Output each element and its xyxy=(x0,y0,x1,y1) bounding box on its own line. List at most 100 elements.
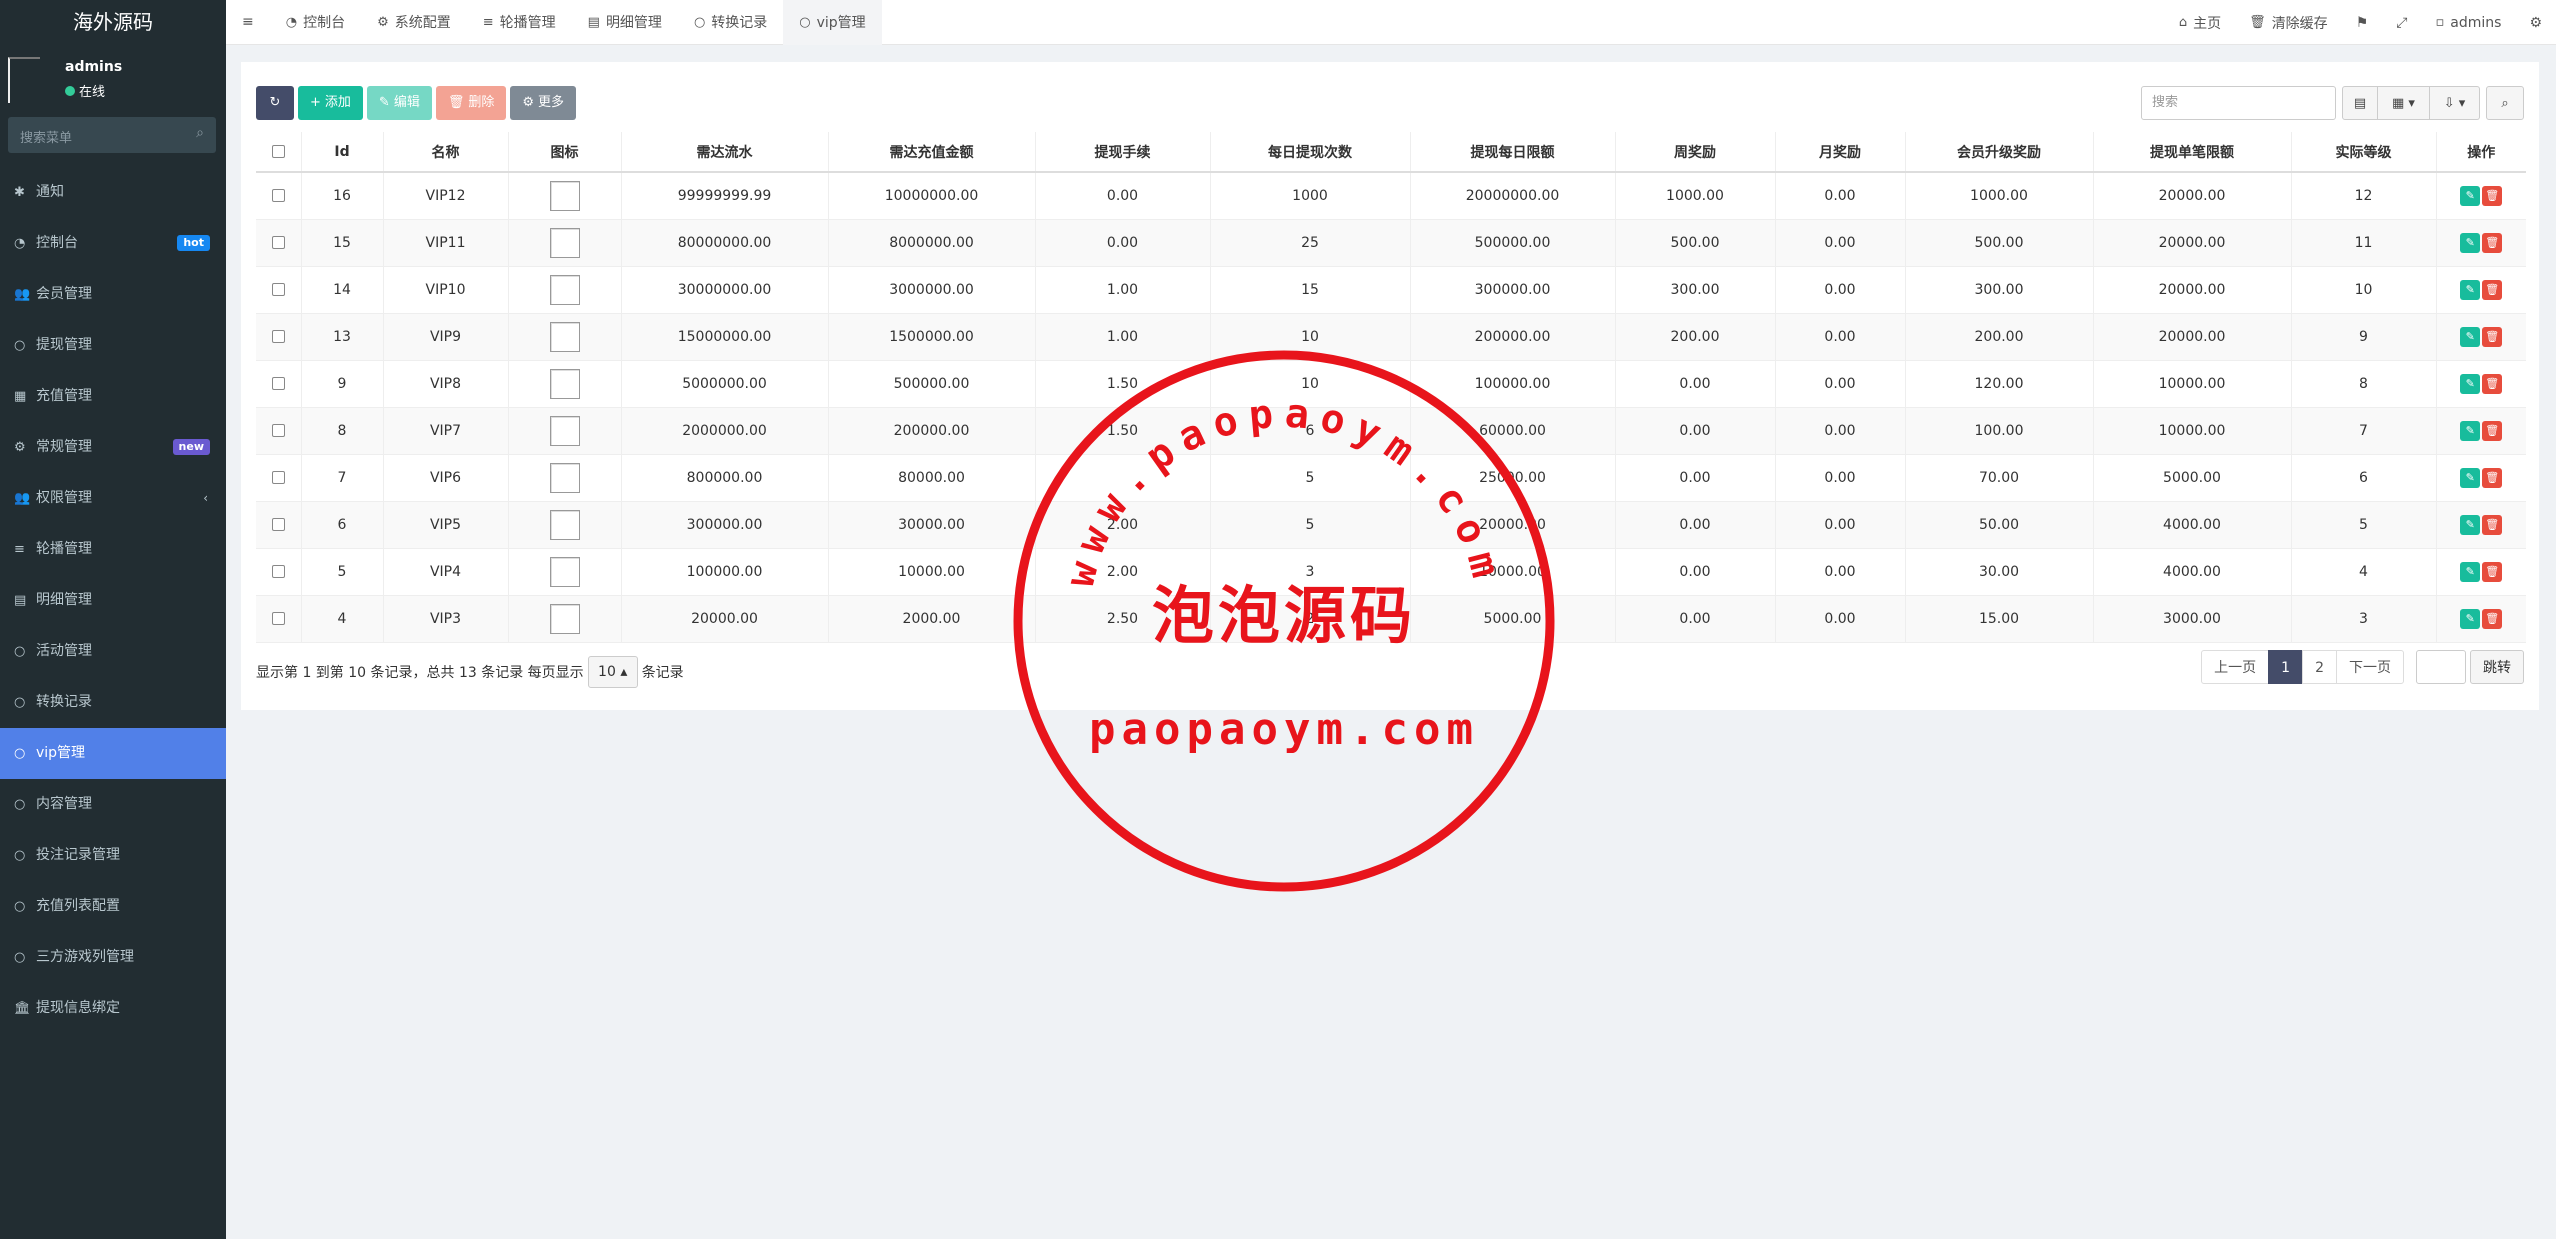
vip-image-icon[interactable] xyxy=(549,321,580,352)
col-turnover[interactable]: 需达流水 xyxy=(620,132,828,173)
vip-image-icon[interactable] xyxy=(549,368,580,399)
row-checkbox-cell[interactable] xyxy=(256,266,301,314)
row-checkbox[interactable] xyxy=(271,471,285,484)
col-recharge[interactable]: 需达充值金额 xyxy=(827,132,1035,173)
row-checkbox[interactable] xyxy=(271,236,285,249)
menu-toggle-button[interactable]: ≡ xyxy=(226,0,270,45)
edit-button[interactable]: ✎ 编辑 xyxy=(366,86,432,120)
row-edit-button[interactable]: ✎ xyxy=(2460,467,2481,488)
row-checkbox-cell[interactable] xyxy=(256,407,301,455)
col-fee[interactable]: 提现手续 xyxy=(1034,132,1210,173)
sidebar-item-notice[interactable]: ✱ 通知 xyxy=(0,167,226,218)
vip-image-icon[interactable] xyxy=(549,509,580,540)
columns-button[interactable]: ▦ ▾ xyxy=(2378,86,2430,120)
col-daily-limit[interactable]: 提现每日限额 xyxy=(1409,132,1615,173)
tab-carousel[interactable]: ≡ 轮播管理 xyxy=(467,0,572,45)
sidebar-item-conversion[interactable]: ○ 转换记录 xyxy=(0,677,226,728)
row-edit-button[interactable]: ✎ xyxy=(2460,373,2481,394)
select-all-checkbox[interactable] xyxy=(256,132,301,173)
vip-image-icon[interactable] xyxy=(549,415,580,446)
sidebar-item-games[interactable]: ○ 三方游戏列管理 xyxy=(0,932,226,983)
col-id[interactable]: Id xyxy=(300,132,383,173)
sidebar-item-withdraw[interactable]: ○ 提现管理 xyxy=(0,320,226,371)
row-delete-button[interactable]: 🗑 xyxy=(2482,467,2503,488)
sidebar-item-general[interactable]: ⚙ 常规管理 new xyxy=(0,422,226,473)
col-level[interactable]: 实际等级 xyxy=(2290,132,2436,173)
col-daily-count[interactable]: 每日提现次数 xyxy=(1209,132,1410,173)
col-upgrade[interactable]: 会员升级奖励 xyxy=(1904,132,2093,173)
row-edit-button[interactable]: ✎ xyxy=(2460,608,2481,629)
row-checkbox-cell[interactable] xyxy=(256,172,301,220)
vip-image-icon[interactable] xyxy=(549,227,580,258)
row-delete-button[interactable]: 🗑 xyxy=(2482,420,2503,441)
row-checkbox[interactable] xyxy=(271,424,285,437)
row-checkbox-cell[interactable] xyxy=(256,454,301,502)
toggle-view-button[interactable]: ▤ xyxy=(2342,86,2378,120)
jump-button[interactable]: 跳转 xyxy=(2470,650,2524,684)
row-checkbox-cell[interactable] xyxy=(256,219,301,267)
sidebar-item-withdraw-binding[interactable]: 🏛 提现信息绑定 xyxy=(0,983,226,1034)
row-edit-button[interactable]: ✎ xyxy=(2460,514,2481,535)
row-delete-button[interactable]: 🗑 xyxy=(2482,279,2503,300)
sidebar-item-recharge[interactable]: ▦ 充值管理 xyxy=(0,371,226,422)
row-delete-button[interactable]: 🗑 xyxy=(2482,514,2503,535)
sidebar-item-bets[interactable]: ○ 投注记录管理 xyxy=(0,830,226,881)
row-checkbox-cell[interactable] xyxy=(256,313,301,361)
sidebar-item-vip[interactable]: ○ vip管理 xyxy=(0,728,226,779)
col-single-limit[interactable]: 提现单笔限额 xyxy=(2092,132,2291,173)
advanced-search-button[interactable]: ⌕ xyxy=(2486,86,2524,120)
sidebar-item-carousel[interactable]: ≡ 轮播管理 xyxy=(0,524,226,575)
col-weekly[interactable]: 周奖励 xyxy=(1614,132,1775,173)
row-edit-button[interactable]: ✎ xyxy=(2460,326,2481,347)
next-page-button[interactable]: 下一页 xyxy=(2336,650,2404,684)
settings-button[interactable]: ⚙ xyxy=(2515,0,2556,45)
table-search-input[interactable]: 搜索 xyxy=(2141,86,2336,120)
row-edit-button[interactable]: ✎ xyxy=(2460,420,2481,441)
row-checkbox-cell[interactable] xyxy=(256,548,301,596)
row-checkbox[interactable] xyxy=(271,283,285,296)
page-1-button[interactable]: 1 xyxy=(2268,650,2304,684)
sidebar-item-dashboard[interactable]: ◔ 控制台 hot xyxy=(0,218,226,269)
row-checkbox-cell[interactable] xyxy=(256,595,301,643)
tab-details[interactable]: ▤ 明细管理 xyxy=(572,0,678,45)
admin-menu[interactable]: ▫ admins xyxy=(2421,0,2515,45)
col-monthly[interactable]: 月奖励 xyxy=(1774,132,1905,173)
jump-page-input[interactable] xyxy=(2416,650,2466,684)
checkbox[interactable] xyxy=(271,145,285,158)
sidebar-item-activity[interactable]: ○ 活动管理 xyxy=(0,626,226,677)
row-delete-button[interactable]: 🗑 xyxy=(2482,373,2503,394)
page-size-select[interactable]: 10 ▴ xyxy=(587,656,638,688)
search-icon[interactable]: ⌕ xyxy=(196,125,204,141)
tab-system-config[interactable]: ⚙ 系统配置 xyxy=(361,0,467,45)
tab-conversion[interactable]: ○ 转换记录 xyxy=(678,0,783,45)
row-edit-button[interactable]: ✎ xyxy=(2460,185,2481,206)
vip-image-icon[interactable] xyxy=(549,556,580,587)
export-button[interactable]: ⇩ ▾ xyxy=(2430,86,2480,120)
vip-image-icon[interactable] xyxy=(549,462,580,493)
vip-image-icon[interactable] xyxy=(549,180,580,211)
sidebar-item-permissions[interactable]: 👥 权限管理 ‹ xyxy=(0,473,226,524)
row-checkbox[interactable] xyxy=(271,612,285,625)
row-delete-button[interactable]: 🗑 xyxy=(2482,232,2503,253)
prev-page-button[interactable]: 上一页 xyxy=(2201,650,2270,684)
row-edit-button[interactable]: ✎ xyxy=(2460,232,2481,253)
page-2-button[interactable]: 2 xyxy=(2302,650,2337,684)
delete-button[interactable]: 🗑 删除 xyxy=(435,86,507,120)
row-checkbox[interactable] xyxy=(271,565,285,578)
row-checkbox[interactable] xyxy=(271,377,285,390)
sidebar-item-recharge-config[interactable]: ○ 充值列表配置 xyxy=(0,881,226,932)
tab-vip[interactable]: ○ vip管理 xyxy=(783,0,882,45)
row-checkbox-cell[interactable] xyxy=(256,501,301,549)
app-logo[interactable]: 海外源码 xyxy=(0,0,226,45)
home-link[interactable]: ⌂ 主页 xyxy=(2165,0,2235,45)
clear-cache-button[interactable]: 🗑 清除缓存 xyxy=(2235,0,2342,45)
language-button[interactable]: ⚑ xyxy=(2342,0,2383,45)
col-icon[interactable]: 图标 xyxy=(507,132,621,173)
tab-dashboard[interactable]: ◔ 控制台 xyxy=(270,0,361,45)
row-delete-button[interactable]: 🗑 xyxy=(2482,561,2503,582)
fullscreen-button[interactable]: ⤢ xyxy=(2382,0,2421,45)
sidebar-item-members[interactable]: 👥 会员管理 xyxy=(0,269,226,320)
more-button[interactable]: ⚙ 更多 xyxy=(510,86,577,120)
row-delete-button[interactable]: 🗑 xyxy=(2482,326,2503,347)
refresh-button[interactable]: ↻ xyxy=(256,86,294,120)
